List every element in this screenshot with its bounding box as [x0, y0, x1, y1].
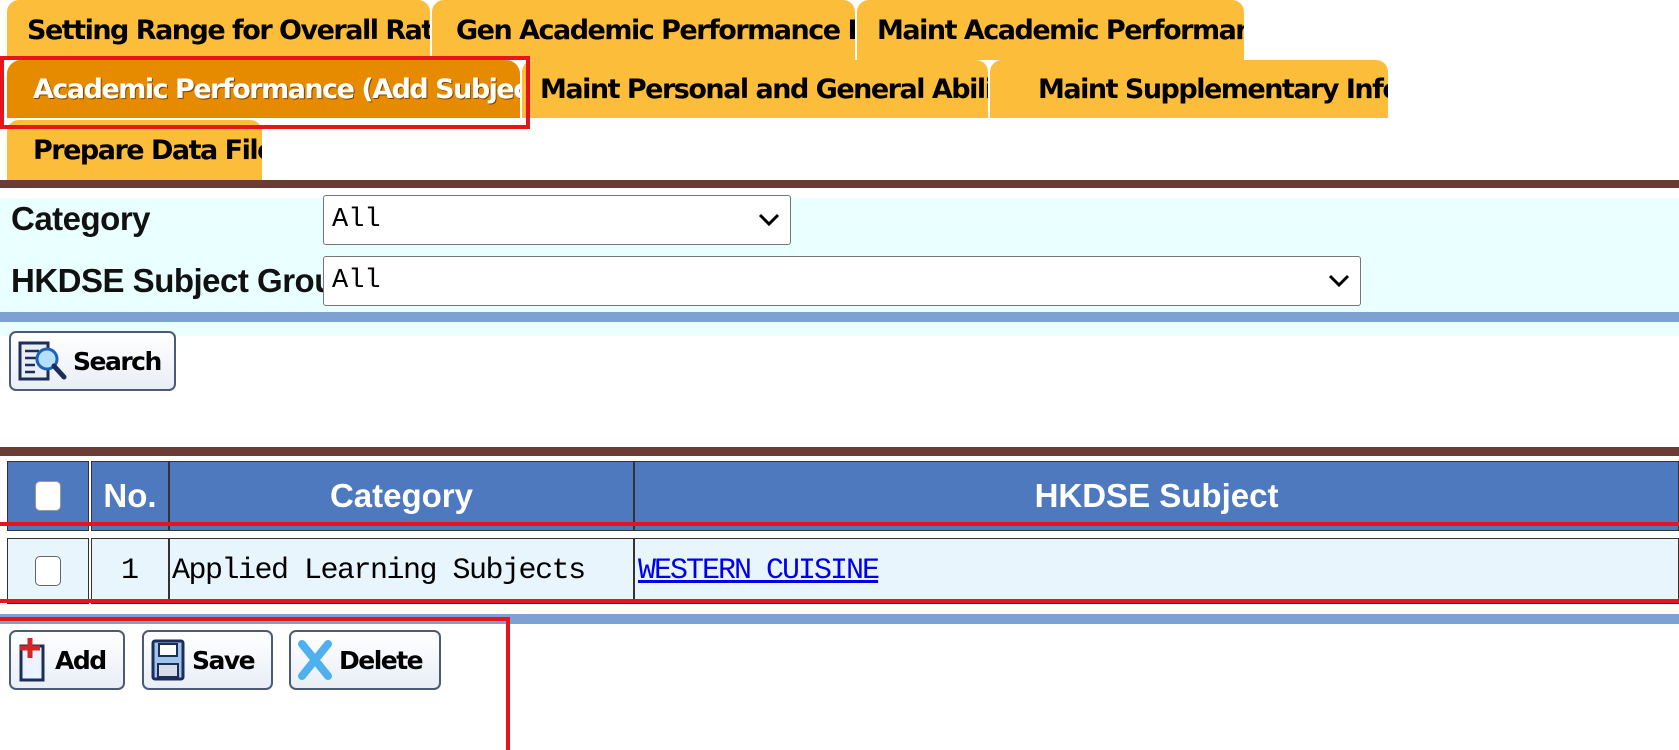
tab-add-subjects[interactable]: Academic Performance (Add Subjects) [7, 60, 520, 118]
delete-button-label: Delete [339, 645, 424, 675]
row-checkbox[interactable] [35, 556, 61, 586]
row-no: 1 [120, 554, 139, 588]
search-button-label: Search [73, 346, 162, 376]
column-header-category-label: Category [329, 477, 474, 514]
tab-label: Maint Personal and General Abilities [540, 73, 988, 105]
tab-label: Prepare Data File [33, 134, 262, 166]
tab-gen-academic[interactable]: Gen Academic Performance Info [432, 0, 855, 60]
column-header-subject-label: HKDSE Subject [1034, 477, 1279, 514]
tab-label: Maint Academic Performance [877, 14, 1244, 46]
column-header-no-label: No. [103, 477, 157, 514]
add-button-label: Add [55, 645, 107, 675]
subject-group-select[interactable]: All [323, 256, 1361, 306]
chevron-down-icon [758, 213, 780, 227]
tab-label: Maint Supplementary Info [1038, 73, 1388, 105]
row-no-cell: 1 [91, 538, 169, 604]
tab-setting-range[interactable]: Setting Range for Overall Rating [7, 0, 430, 60]
floppy-disk-icon [151, 639, 185, 681]
tab-label: Academic Performance (Add Subjects) [33, 73, 520, 105]
subject-group-selected-value: All [332, 266, 381, 296]
tab-maint-academic[interactable]: Maint Academic Performance [857, 0, 1244, 60]
filter-divider [0, 312, 1679, 322]
category-selected-value: All [332, 205, 381, 235]
table-bottom-divider [0, 614, 1679, 624]
category-select[interactable]: All [323, 195, 791, 245]
save-button[interactable]: Save [142, 630, 273, 690]
row-category: Applied Learning Subjects [172, 554, 586, 588]
chevron-down-icon [1328, 274, 1350, 288]
column-header-no: No. [91, 461, 169, 531]
category-label: Category [11, 200, 151, 237]
row-subject-link[interactable]: WESTERN CUISINE [638, 554, 880, 588]
select-all-checkbox[interactable] [35, 481, 61, 511]
save-button-label: Save [192, 645, 256, 675]
subject-group-label: HKDSE Subject Group [11, 262, 354, 299]
row-subject-cell: WESTERN CUISINE [634, 538, 1679, 604]
row-select-cell [7, 538, 89, 604]
tab-label: Gen Academic Performance Info [456, 14, 855, 46]
tab-label: Setting Range for Overall Rating [27, 14, 430, 46]
search-button[interactable]: Search [9, 331, 176, 391]
add-icon [19, 638, 45, 682]
row-category-cell: Applied Learning Subjects [169, 538, 634, 604]
column-header-subject: HKDSE Subject [634, 461, 1679, 531]
column-header-category: Category [169, 461, 634, 531]
tab-maint-supplementary[interactable]: Maint Supplementary Info [990, 60, 1388, 118]
tab-bar-divider [0, 180, 1679, 188]
table-top-divider [0, 447, 1679, 456]
search-icon [18, 341, 67, 381]
select-all-header [7, 461, 89, 531]
tab-maint-personal[interactable]: Maint Personal and General Abilities [522, 60, 988, 118]
delete-x-icon [298, 640, 332, 680]
delete-button[interactable]: Delete [289, 630, 441, 690]
add-button[interactable]: Add [9, 630, 125, 690]
tab-prepare-data[interactable]: Prepare Data File [7, 120, 262, 180]
